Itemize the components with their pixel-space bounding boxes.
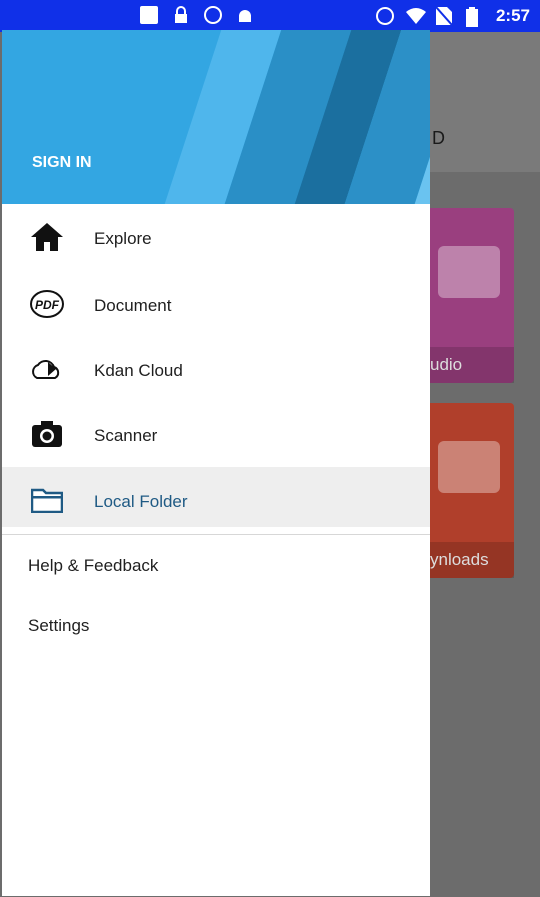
- home-icon: [29, 219, 65, 255]
- download-icon: [438, 441, 500, 493]
- nav-item-kdan-cloud[interactable]: Kdan Cloud: [2, 337, 430, 397]
- circle-icon: [204, 6, 222, 24]
- nav-label-scanner: Scanner: [94, 426, 158, 445]
- nav-item-document[interactable]: PDF Document: [2, 272, 430, 332]
- sign-in-button[interactable]: SIGN IN: [32, 154, 92, 172]
- camera-icon: [29, 416, 65, 452]
- nav-label-local-folder: Local Folder: [94, 492, 188, 511]
- nav-item-explore[interactable]: Explore: [2, 207, 430, 267]
- nav-item-local-folder[interactable]: Local Folder: [2, 467, 430, 527]
- notification-icon: [140, 6, 158, 24]
- alarm-icon: [375, 7, 394, 25]
- music-note-icon: [438, 246, 500, 298]
- nav-label-document: Document: [94, 296, 172, 315]
- cloud-sync-icon: [29, 351, 65, 387]
- drawer-header: SIGN IN: [2, 30, 430, 204]
- audio-card[interactable]: udio: [430, 208, 514, 383]
- nav-item-scanner[interactable]: Scanner: [2, 402, 430, 462]
- clock: 2:57: [495, 6, 530, 25]
- help-feedback-item[interactable]: Help & Feedback: [28, 556, 158, 576]
- status-bar: 2:57: [0, 0, 540, 32]
- wifi-icon: [405, 7, 426, 25]
- pdf-icon: PDF: [29, 286, 65, 322]
- drawer-divider: [2, 534, 430, 535]
- settings-item[interactable]: Settings: [28, 616, 89, 636]
- audio-card-label: udio: [430, 347, 514, 383]
- background-header-text: D: [432, 128, 445, 148]
- folder-icon: [29, 482, 65, 518]
- battery-icon: [465, 7, 484, 27]
- navigation-drawer: SIGN IN Explore PDF Document Kdan Cloud …: [2, 30, 430, 896]
- downloads-card[interactable]: ynloads: [430, 403, 514, 578]
- android-icon: [236, 6, 254, 24]
- no-sim-icon: [435, 6, 454, 26]
- nav-label-explore: Explore: [94, 229, 152, 248]
- svg-text:PDF: PDF: [35, 298, 60, 312]
- lock-icon: [172, 6, 190, 24]
- background-header: [430, 32, 540, 172]
- downloads-card-label: ynloads: [430, 542, 514, 578]
- nav-label-kdan-cloud: Kdan Cloud: [94, 361, 183, 380]
